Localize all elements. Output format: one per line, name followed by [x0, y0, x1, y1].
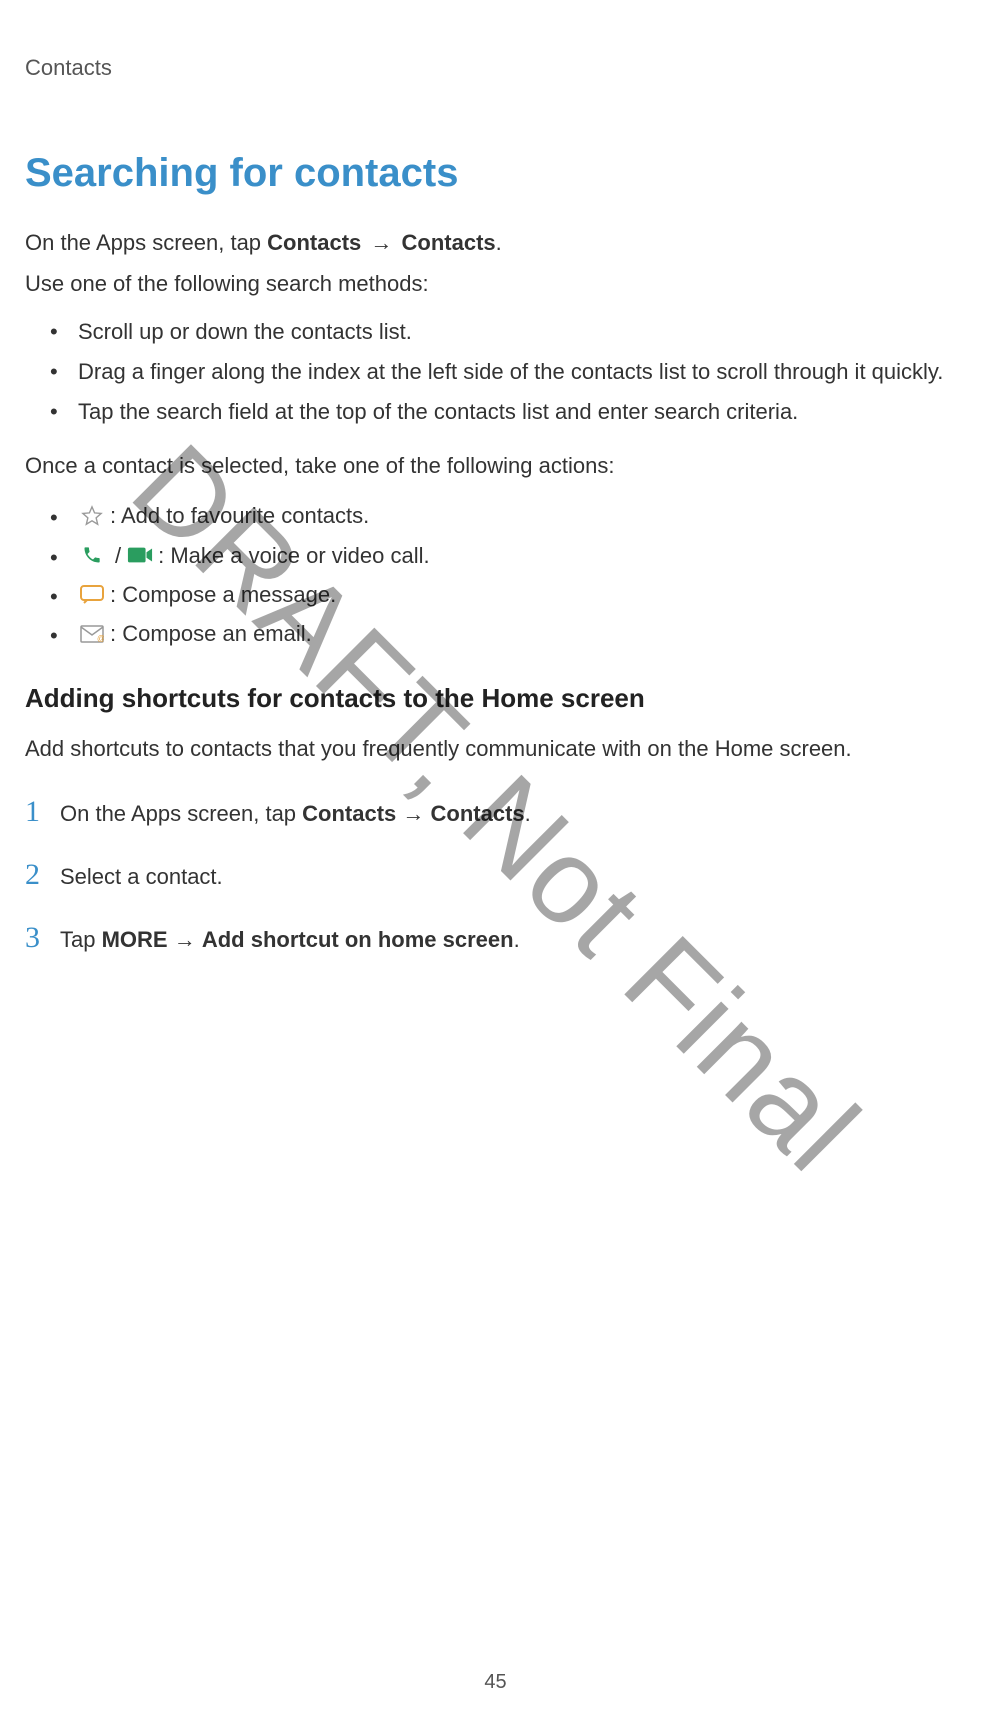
list-item: @ : Compose an email. [50, 615, 966, 652]
step-text: Select a contact. [60, 860, 223, 893]
action-label: : Make a voice or video call. [158, 537, 429, 574]
phone-icon [78, 542, 106, 568]
intro-line-3: Once a contact is selected, take one of … [25, 449, 966, 482]
step-bold2: Contacts [431, 801, 525, 826]
main-heading: Searching for contacts [25, 151, 966, 196]
email-icon: @ [78, 621, 106, 647]
step-text: On the Apps screen, tap Contacts → Conta… [60, 797, 531, 830]
step-3: 3 Tap MORE → Add shortcut on home screen… [25, 921, 966, 956]
page-number: 45 [484, 1671, 506, 1694]
step-bold2: Add shortcut on home screen [202, 927, 514, 952]
sub-intro: Add shortcuts to contacts that you frequ… [25, 732, 966, 765]
list-item: Tap the search field at the top of the c… [50, 395, 966, 429]
intro1-bold2: Contacts [402, 230, 496, 255]
intro-line-2: Use one of the following search methods: [25, 267, 966, 300]
arrow-icon: → [174, 927, 196, 952]
actions-list: : Add to favourite contacts. / : Make a … [50, 497, 966, 653]
list-item: : Add to favourite contacts. [50, 497, 966, 534]
step-pre: On the Apps screen, tap [60, 801, 302, 826]
star-icon [78, 503, 106, 529]
list-item: / : Make a voice or video call. [50, 537, 966, 574]
intro1-post: . [496, 230, 502, 255]
intro-line-1: On the Apps screen, tap Contacts → Conta… [25, 226, 966, 259]
intro1-bold1: Contacts [267, 230, 361, 255]
step-1: 1 On the Apps screen, tap Contacts → Con… [25, 795, 966, 830]
step-bold1: MORE [102, 927, 168, 952]
step-number: 2 [25, 858, 60, 892]
svg-text:@: @ [97, 634, 104, 643]
list-item: : Compose a message. [50, 576, 966, 613]
action-label: : Compose a message. [110, 576, 336, 613]
step-post: . [514, 927, 520, 952]
arrow-icon: → [402, 801, 424, 826]
step-text: Tap MORE → Add shortcut on home screen. [60, 923, 520, 956]
action-label: : Add to favourite contacts. [110, 497, 369, 534]
slash-separator: / [115, 537, 121, 574]
step-number: 3 [25, 921, 60, 955]
intro1-pre: On the Apps screen, tap [25, 230, 267, 255]
page-header: Contacts [25, 55, 966, 81]
search-methods-list: Scroll up or down the contacts list. Dra… [50, 315, 966, 429]
message-icon [78, 582, 106, 608]
list-item: Scroll up or down the contacts list. [50, 315, 966, 349]
step-2: 2 Select a contact. [25, 858, 966, 893]
video-icon [126, 542, 154, 568]
sub-heading: Adding shortcuts for contacts to the Hom… [25, 683, 966, 714]
section-label: Contacts [25, 55, 112, 80]
list-item: Drag a finger along the index at the lef… [50, 355, 966, 389]
action-label: : Compose an email. [110, 615, 312, 652]
step-bold1: Contacts [302, 801, 396, 826]
step-pre: Tap [60, 927, 102, 952]
step-number: 1 [25, 795, 60, 829]
arrow-icon: → [370, 230, 392, 255]
step-post: . [525, 801, 531, 826]
